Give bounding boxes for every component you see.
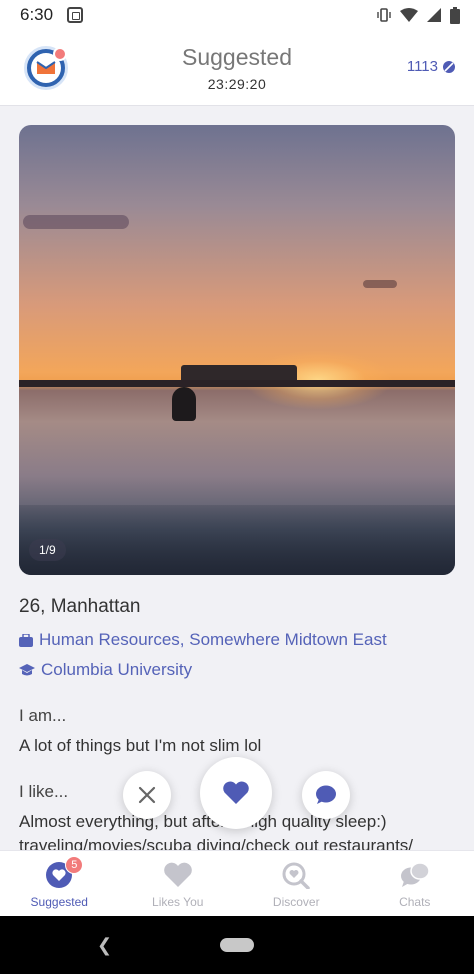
vibrate-icon [377,8,391,22]
countdown-timer: 23:29:20 [207,76,267,92]
nav-item-likes-you[interactable]: Likes You [119,851,238,916]
status-bar: 6:30 [0,0,474,30]
bean-icon [443,60,455,73]
signal-icon [427,8,441,22]
credits-value: 1113 [406,58,438,75]
nav-item-discover[interactable]: Discover [237,851,356,916]
photo-horizon [19,380,455,387]
back-icon[interactable]: ❮ [97,935,112,956]
photo-ship [181,365,297,381]
age-location: 26, Manhattan [19,596,141,617]
bottom-nav: 5 Suggested Likes You Discover Chats [0,850,474,916]
like-button[interactable] [200,757,272,829]
school-row: Columbia University [19,660,459,680]
nav-item-chats[interactable]: Chats [356,851,474,916]
photo-counter: 1/9 [29,539,66,561]
home-pill[interactable] [220,938,254,952]
heart-icon [223,781,249,804]
pass-button[interactable] [123,771,171,819]
battery-icon [450,6,460,24]
suggested-heart-icon: 5 [43,856,84,889]
nav-label: Chats [399,895,431,909]
status-time: 6:30 [20,5,54,24]
credits-counter[interactable]: 1113 [407,58,456,75]
nav-label: Suggested [30,895,88,909]
system-nav-bar: ❮ [0,916,474,974]
prompt-answer: A lot of things but I'm not slim lol [19,736,262,755]
briefcase-icon [19,633,33,647]
graduation-cap-icon [19,663,35,675]
page-title: Suggested [182,44,292,70]
header: Suggested 23:29:20 1113 [0,30,474,106]
photo-cloud [363,280,397,288]
photo-cloud [23,215,129,229]
close-icon [138,786,156,804]
nav-item-suggested[interactable]: 5 Suggested [0,851,119,916]
photo-person [172,387,196,421]
job-text: Human Resources, Somewhere Midtown East [39,630,387,649]
nav-label: Likes You [152,895,204,909]
message-button[interactable] [302,771,350,819]
wifi-icon [400,8,418,22]
photo-waves [19,505,455,575]
prompt-label: I am... [19,706,67,725]
heart-icon [162,861,194,889]
prompt-answer-continued: traveling/movies/scuba diving/check out … [19,836,414,850]
chats-icon [399,861,431,889]
search-heart-icon [280,861,312,889]
job-row: Human Resources, Somewhere Midtown East [19,630,459,650]
status-icons [376,6,460,24]
chat-bubble-icon [316,785,336,804]
profile-scroll[interactable]: 1/9 26, Manhattan Human Resources, Somew… [0,106,474,850]
nav-badge: 5 [65,856,84,874]
profile-photo[interactable]: 1/9 [19,125,455,575]
app-notification-icon [67,7,84,23]
nav-label: Discover [272,895,320,909]
school-text: Columbia University [41,660,193,679]
